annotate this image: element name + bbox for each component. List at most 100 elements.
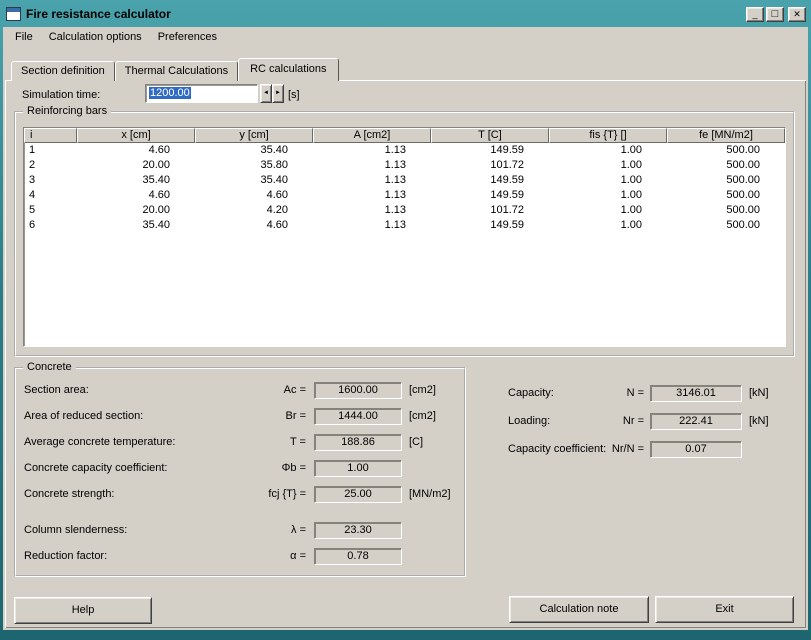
list-body: 1 4.60 35.40 1.13 149.59 1.00 500.00 2 20.00 35.8… (24, 143, 785, 233)
table-cell: 1.13 (384, 174, 406, 186)
table-cell: 3 (29, 174, 36, 186)
column-header[interactable]: A [cm2] (313, 128, 431, 143)
unit-label: [C] (409, 436, 424, 448)
column-header[interactable]: y [cm] (195, 128, 313, 143)
concrete-legend: Concrete (23, 361, 76, 374)
table-cell: 4.60 (148, 189, 170, 201)
table-cell: 20.00 (142, 204, 170, 216)
close-icon[interactable]: ✕ (788, 6, 806, 22)
field-row: Concrete strength: fcj {T} = 25.00 [MN/m2] (24, 481, 458, 507)
table-cell: 1 (29, 144, 36, 156)
table-cell: 4.60 (266, 219, 288, 231)
value-box[interactable]: 25.00 (314, 485, 402, 503)
value-box[interactable]: 1444.00 (314, 407, 402, 425)
exit-button[interactable]: Exit (655, 596, 794, 623)
table-row[interactable]: 6 35.40 4.60 1.13 149.59 1.00 500.00 (24, 218, 785, 233)
maximize-icon[interactable]: □ (766, 6, 784, 22)
table-cell: 35.40 (260, 144, 288, 156)
table-row[interactable]: 5 20.00 4.20 1.13 101.72 1.00 500.00 (24, 203, 785, 218)
reinforcing-bars-legend: Reinforcing bars (23, 105, 112, 118)
window-title: Fire resistance calculator (26, 7, 171, 21)
table-cell: 149.59 (490, 219, 524, 231)
field-label: Area of reduced section: (24, 410, 144, 422)
menu-file[interactable]: File (7, 28, 41, 46)
table-cell: 500.00 (726, 159, 760, 171)
table-cell: 1.13 (384, 219, 406, 231)
column-header[interactable]: fe [MN/m2] (667, 128, 785, 143)
reinforcing-bars-group: Reinforcing bars ix [cm] y [cm] A [cm2] T [… (14, 105, 795, 357)
table-cell: 2 (29, 159, 36, 171)
tab-rc-calculations[interactable]: RC calculations (238, 58, 339, 83)
value-box[interactable]: 0.78 (314, 547, 402, 565)
menu-calculation-options[interactable]: Calculation options (41, 28, 150, 46)
value-box[interactable]: 23.30 (314, 521, 402, 539)
column-header[interactable]: fis {T} [] (549, 128, 667, 143)
simulation-time-input[interactable]: 1200.00 (145, 84, 258, 103)
table-cell: 4 (29, 189, 36, 201)
minimize-icon[interactable]: _ (746, 6, 764, 22)
selected-text: 1200.00 (149, 87, 191, 99)
list-header: ix [cm] y [cm] A [cm2] T [C] fis {T} [] fe [M… (24, 128, 785, 143)
unit-label: [cm2] (409, 384, 436, 396)
field-label: Capacity: (508, 387, 554, 399)
field-symbol: α = (290, 550, 306, 562)
table-cell: 149.59 (490, 144, 524, 156)
field-label: Capacity coefficient: (508, 443, 607, 455)
value-box[interactable]: 3146.01 (650, 384, 742, 402)
field-label: Section area: (24, 384, 89, 396)
field-row: Concrete capacity coefficient: Φb = 1.00 (24, 455, 458, 481)
table-cell: 101.72 (490, 159, 524, 171)
spin-left-icon[interactable]: ◄ (260, 84, 272, 103)
unit-label: [kN] (749, 415, 769, 427)
help-button[interactable]: Help (14, 597, 152, 624)
table-row[interactable]: 3 35.40 35.40 1.13 149.59 1.00 500.00 (24, 173, 785, 188)
table-cell: 149.59 (490, 189, 524, 201)
table-cell: 1.00 (620, 219, 642, 231)
field-label: Concrete capacity coefficient: (24, 462, 168, 474)
table-cell: 500.00 (726, 174, 760, 186)
field-row: Column slenderness: λ = 23.30 (24, 517, 458, 543)
table-cell: 4.20 (266, 204, 288, 216)
table-row[interactable]: 4 4.60 4.60 1.13 149.59 1.00 500.00 (24, 188, 785, 203)
table-cell: 1.00 (620, 189, 642, 201)
client-area: File Calculation options Preferences Sec… (3, 27, 808, 630)
tab-thermal-calculations[interactable]: Thermal Calculations (114, 61, 239, 81)
field-label: Reduction factor: (24, 550, 108, 562)
spin-right-icon[interactable]: ► (272, 84, 284, 103)
table-row[interactable]: 1 4.60 35.40 1.13 149.59 1.00 500.00 (24, 143, 785, 158)
field-label: Loading: (508, 415, 551, 427)
table-cell: 1.13 (384, 144, 406, 156)
table-cell: 101.72 (490, 204, 524, 216)
concrete-group: Concrete Section area: Ac = 1600.00 [cm2] Ar… (14, 361, 466, 577)
field-symbol: T = (289, 436, 306, 448)
table-row[interactable]: 2 20.00 35.80 1.13 101.72 1.00 500.00 (24, 158, 785, 173)
field-symbol: fcj {T} = (268, 488, 306, 500)
value-box[interactable]: 1600.00 (314, 381, 402, 399)
value-box[interactable]: 222.41 (650, 412, 742, 430)
table-cell: 5 (29, 204, 36, 216)
application-window: Fire resistance calculator _ □ ✕ File Ca… (0, 0, 811, 640)
field-symbol: Nr = (622, 415, 644, 427)
field-label: Concrete strength: (24, 488, 115, 500)
concrete-fields: Section area: Ac = 1600.00 [cm2] Area of red… (24, 377, 458, 569)
reinforcing-bars-list[interactable]: ix [cm] y [cm] A [cm2] T [C] fis {T} [] fe [M… (23, 127, 786, 347)
menu-preferences[interactable]: Preferences (150, 28, 225, 46)
column-header[interactable]: x [cm] (77, 128, 195, 143)
field-label: Column slenderness: (24, 524, 128, 536)
column-header[interactable]: T [C] (431, 128, 549, 143)
menu-bar: File Calculation options Preferences (3, 27, 808, 47)
title-bar[interactable]: Fire resistance calculator _ □ ✕ (6, 3, 806, 25)
value-box[interactable]: 0.07 (650, 440, 742, 458)
app-icon[interactable] (6, 7, 21, 21)
unit-label: [MN/m2] (409, 488, 451, 500)
calculation-note-button[interactable]: Calculation note (509, 596, 649, 623)
value-box[interactable]: 188.86 (314, 433, 402, 451)
field-row: Loading: Nr = 222.41 [kN] (508, 407, 800, 435)
table-cell: 1.00 (620, 204, 642, 216)
field-row: Capacity: N = 3146.01 [kN] (508, 379, 800, 407)
tab-section-definition[interactable]: Section definition (11, 61, 115, 81)
column-header[interactable]: i (24, 128, 77, 143)
field-row: Average concrete temperature: T = 188.86 [C… (24, 429, 458, 455)
field-symbol: Ac = (283, 384, 306, 396)
value-box[interactable]: 1.00 (314, 459, 402, 477)
